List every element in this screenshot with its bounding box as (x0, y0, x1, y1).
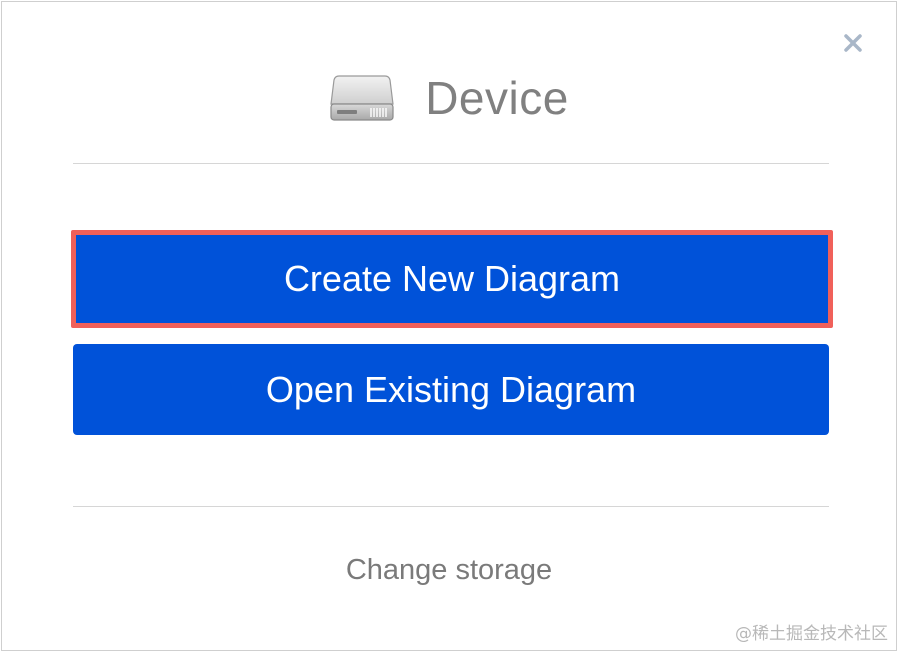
change-storage-link[interactable]: Change storage (2, 554, 896, 587)
dialog-header: Device (2, 68, 896, 128)
header-divider (73, 163, 829, 164)
hard-drive-icon (330, 75, 394, 121)
create-new-diagram-button[interactable]: Create New Diagram (71, 230, 833, 328)
storage-dialog: Device Create New Diagram Open Existing … (1, 1, 897, 651)
close-icon (844, 34, 862, 52)
footer-divider (73, 506, 829, 507)
close-button[interactable] (842, 32, 864, 54)
watermark: @稀土掘金技术社区 (735, 624, 888, 644)
create-new-diagram-label: Create New Diagram (283, 258, 621, 299)
open-existing-diagram-button[interactable]: Open Existing Diagram (73, 344, 829, 435)
dialog-title: Device (425, 72, 569, 124)
open-existing-diagram-label: Open Existing Diagram (265, 368, 637, 410)
